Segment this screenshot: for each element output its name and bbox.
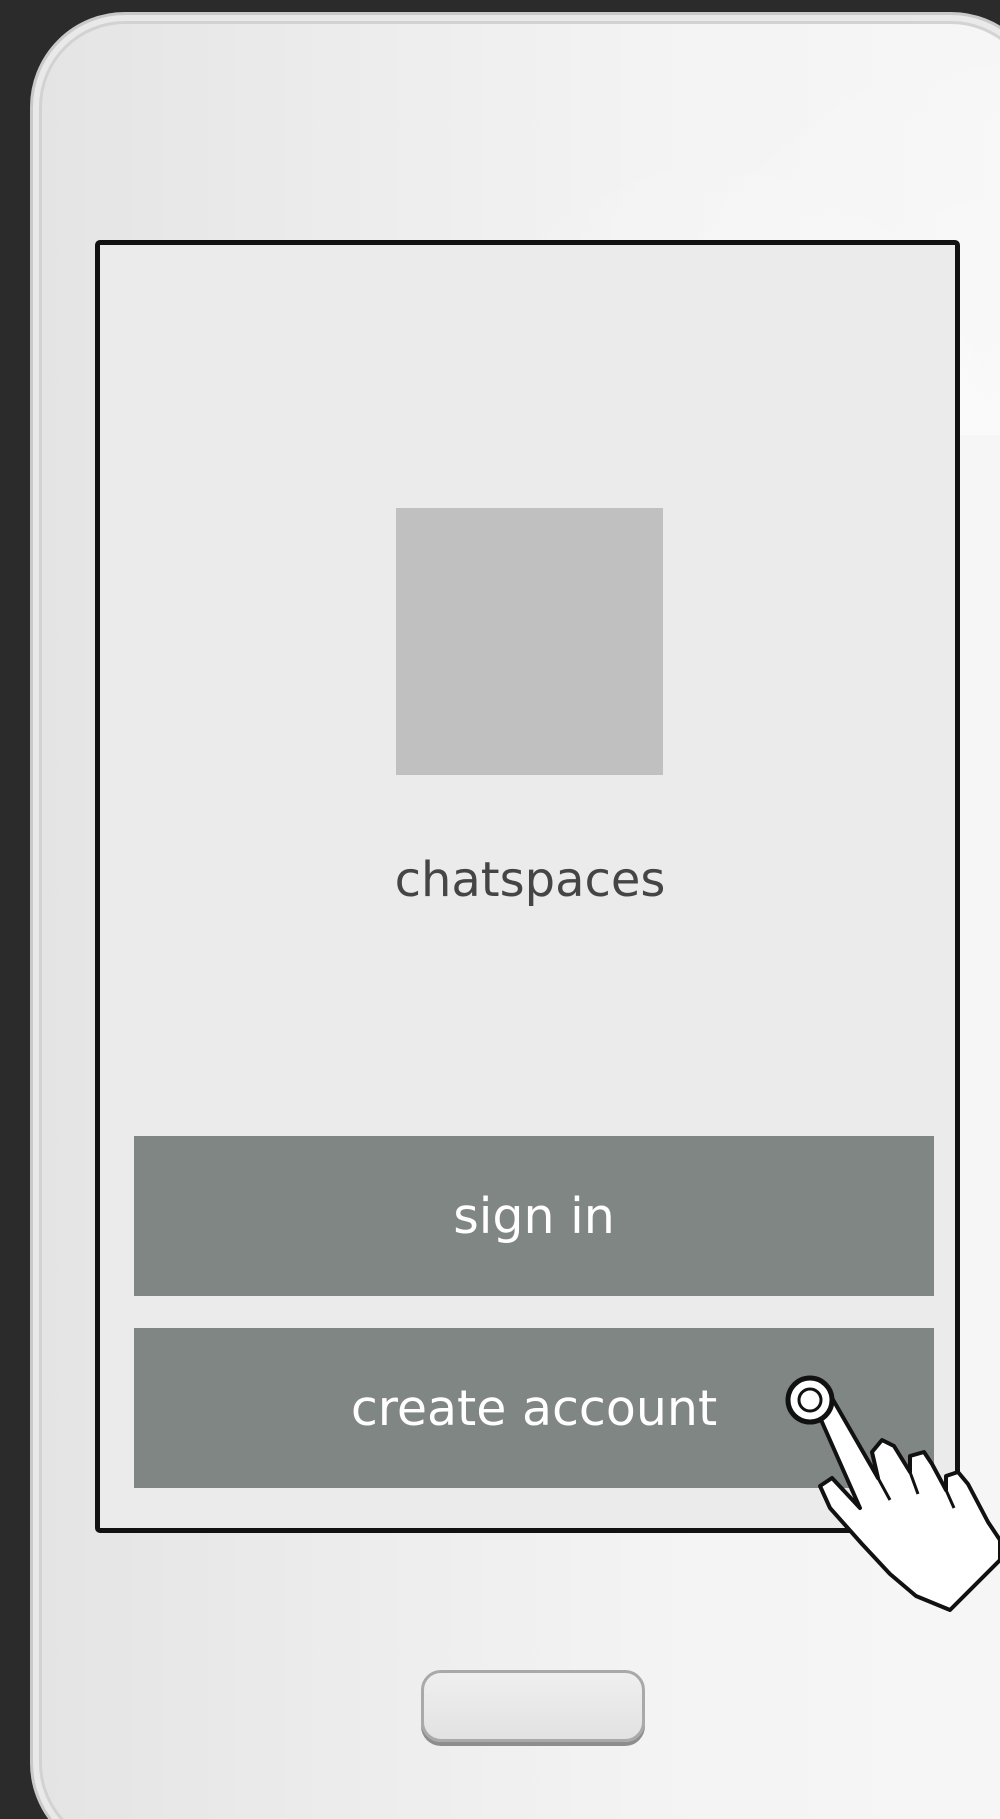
mockup-stage: chatspaces sign in create account bbox=[0, 0, 1000, 1819]
hand-tap-icon bbox=[785, 1375, 1000, 1612]
app-name: chatspaces bbox=[394, 852, 666, 908]
create-account-label: create account bbox=[350, 1379, 718, 1437]
sign-in-button[interactable]: sign in bbox=[134, 1136, 934, 1296]
logo-placeholder bbox=[396, 508, 663, 775]
sign-in-label: sign in bbox=[453, 1187, 615, 1245]
home-button[interactable] bbox=[421, 1670, 645, 1742]
